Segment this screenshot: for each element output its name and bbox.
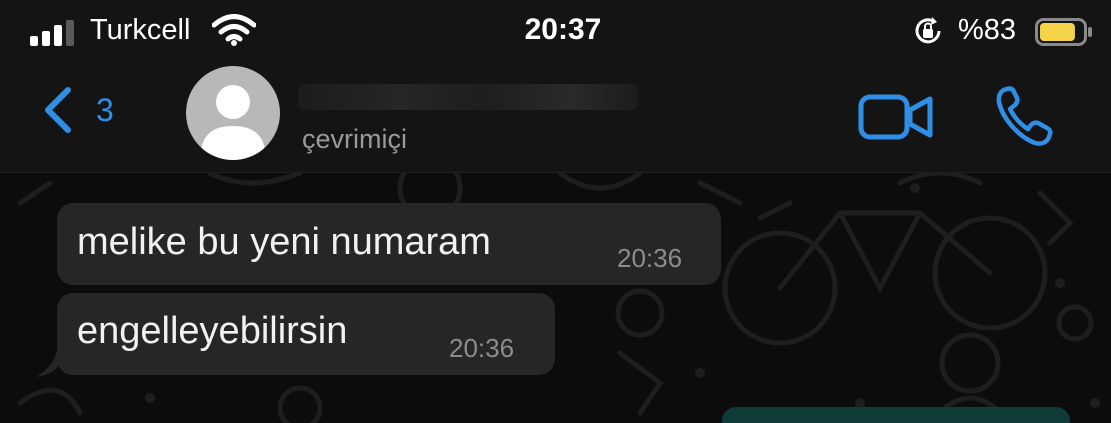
video-camera-icon[interactable]	[858, 92, 934, 142]
orientation-lock-icon	[915, 17, 941, 44]
status-bar: Turkcell 20:37 %83	[0, 0, 1111, 62]
contact-name[interactable]	[298, 84, 638, 110]
carrier-label: Turkcell	[90, 14, 191, 46]
back-button[interactable]: 3	[40, 84, 114, 136]
outgoing-bubble-edge	[722, 407, 1070, 423]
signal-icon	[30, 20, 74, 46]
phone-icon[interactable]	[995, 84, 1053, 148]
chat-area[interactable]: melike bu yeni numaram 20:36 engelleyebi…	[0, 173, 1111, 423]
message-bubble-incoming[interactable]: engelleyebilirsin 20:36	[57, 293, 555, 375]
battery-icon	[1035, 18, 1092, 46]
avatar[interactable]	[186, 66, 280, 160]
message-time: 20:36	[449, 333, 515, 363]
avatar-placeholder-icon	[200, 85, 266, 160]
chevron-left-icon	[45, 87, 71, 133]
message-bubble-incoming[interactable]: melike bu yeni numaram 20:36	[57, 203, 721, 285]
battery-percent: %83	[958, 14, 1017, 46]
message-text: engelleyebilirsin	[77, 310, 348, 352]
chat-header: 3 çevrimiçi	[0, 62, 1111, 173]
message-text: melike bu yeni numaram	[77, 221, 491, 263]
message-time: 20:36	[617, 243, 683, 273]
presence-status: çevrimiçi	[302, 124, 407, 154]
wifi-icon	[212, 14, 256, 46]
unread-chats-count: 3	[96, 91, 114, 128]
status-time: 20:37	[524, 13, 602, 46]
